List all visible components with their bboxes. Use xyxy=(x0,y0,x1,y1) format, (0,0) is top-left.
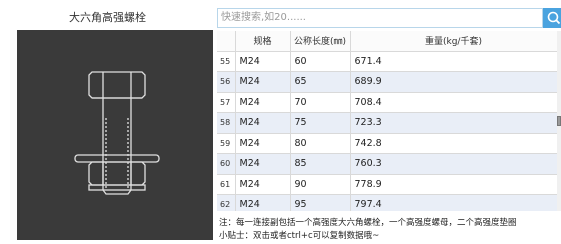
table-row[interactable]: 55 M24 60 671.4 xyxy=(217,51,557,72)
table-row[interactable]: 56 M24 65 689.9 xyxy=(217,71,557,93)
header-weight: 重量(kg/千套) xyxy=(350,31,557,52)
search-bar: 快速搜索,如20...... xyxy=(217,8,561,28)
row-index: 56 xyxy=(217,71,236,93)
row-length: 70 xyxy=(290,92,351,113)
row-index: 58 xyxy=(217,112,236,134)
bolt-drawing-icon xyxy=(74,71,160,195)
bolt-illustration xyxy=(17,30,213,240)
footer-note: 注：每一连接副包括一个高强度大六角螺栓，一个高强度螺母，二个高强度垫圈 xyxy=(219,218,517,228)
row-index: 55 xyxy=(217,51,236,72)
search-button[interactable] xyxy=(543,8,561,28)
row-length: 80 xyxy=(290,133,351,154)
header-length: 公称长度(㎜) xyxy=(290,31,351,52)
row-length: 75 xyxy=(290,112,351,134)
product-title: 大六角高强螺栓 xyxy=(69,11,146,24)
row-weight: 797.4 xyxy=(350,194,557,211)
table-row[interactable]: 57 M24 70 708.4 xyxy=(217,92,557,113)
row-weight: 671.4 xyxy=(350,51,557,72)
row-index: 59 xyxy=(217,133,236,154)
search-icon xyxy=(547,11,561,25)
table-header-row: 规格 公称长度(㎜) 重量(kg/千套) xyxy=(217,31,557,52)
row-length: 90 xyxy=(290,174,351,195)
row-length: 60 xyxy=(290,51,351,72)
scrollbar-thumb[interactable] xyxy=(557,116,561,126)
table-row[interactable]: 60 M24 85 760.3 xyxy=(217,153,557,175)
row-spec: M24 xyxy=(235,92,291,113)
row-spec: M24 xyxy=(235,153,291,175)
row-length: 85 xyxy=(290,153,351,175)
row-weight: 708.4 xyxy=(350,92,557,113)
row-spec: M24 xyxy=(235,51,291,72)
row-weight: 689.9 xyxy=(350,71,557,93)
header-index xyxy=(217,31,236,52)
row-spec: M24 xyxy=(235,194,291,211)
table-row[interactable]: 59 M24 80 742.8 xyxy=(217,133,557,154)
data-table: 规格 公称长度(㎜) 重量(kg/千套) 55 M24 60 671.4 56 … xyxy=(217,31,557,211)
row-index: 62 xyxy=(217,194,236,211)
row-weight: 742.8 xyxy=(350,133,557,154)
search-input[interactable]: 快速搜索,如20...... xyxy=(217,8,543,28)
row-length: 95 xyxy=(290,194,351,211)
header-spec: 规格 xyxy=(235,31,291,52)
row-weight: 760.3 xyxy=(350,153,557,175)
row-spec: M24 xyxy=(235,112,291,134)
row-index: 61 xyxy=(217,174,236,195)
row-weight: 778.9 xyxy=(350,174,557,195)
row-weight: 723.3 xyxy=(350,112,557,134)
row-index: 57 xyxy=(217,92,236,113)
row-spec: M24 xyxy=(235,71,291,93)
row-spec: M24 xyxy=(235,133,291,154)
row-length: 65 xyxy=(290,71,351,93)
table-row[interactable]: 61 M24 90 778.9 xyxy=(217,174,557,195)
table-row[interactable]: 62 M24 95 797.4 xyxy=(217,194,557,211)
table-row[interactable]: 58 M24 75 723.3 xyxy=(217,112,557,134)
row-index: 60 xyxy=(217,153,236,175)
row-spec: M24 xyxy=(235,174,291,195)
footer-tip: 小贴士：双击或者ctrl+c可以复制数据哦~ xyxy=(219,231,380,241)
